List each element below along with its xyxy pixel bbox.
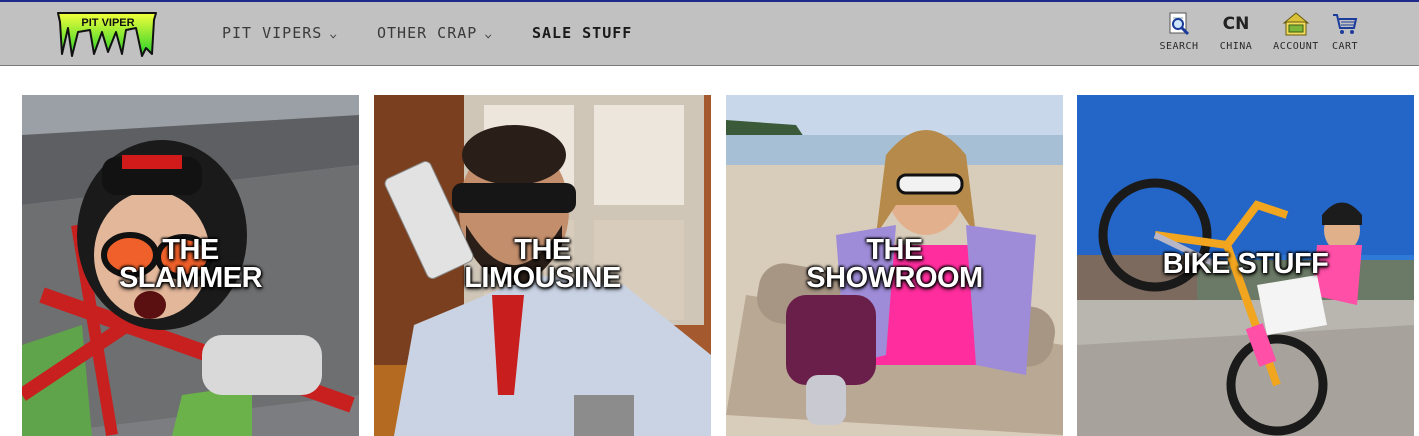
pit-viper-logo[interactable]: PIT VIPER <box>56 8 160 60</box>
cart-label: CART <box>1331 41 1359 52</box>
nav-sale-stuff[interactable]: SALE STUFF <box>532 24 632 42</box>
account-icon <box>1282 12 1310 36</box>
tile-title: THE LIMOUSINE <box>374 234 711 294</box>
svg-text:PIT VIPER: PIT VIPER <box>81 17 134 29</box>
search-label: SEARCH <box>1159 41 1199 52</box>
country-code: CN <box>1222 14 1250 34</box>
tile-title-line1: BIKE STUFF <box>1162 248 1329 280</box>
site-header: PIT VIPER PIT VIPERS ⌄ OTHER CRAP ⌄ SALE… <box>0 0 1419 66</box>
tile-title: THE SLAMMER <box>22 234 359 294</box>
collection-tile-slammer[interactable]: THE SLAMMER <box>22 95 359 436</box>
collection-tile-bike-stuff[interactable]: BIKE STUFF <box>1077 95 1414 436</box>
nav-pit-vipers-label: PIT VIPERS <box>222 24 323 42</box>
country-selector[interactable]: CN CHINA <box>1206 10 1266 52</box>
collection-tile-showroom[interactable]: THE SHOWROOM <box>726 95 1063 436</box>
tile-title-line1: THE <box>162 234 219 266</box>
collection-tile-limousine[interactable]: THE LIMOUSINE <box>374 95 711 436</box>
chevron-down-icon: ⌄ <box>484 26 495 40</box>
nav-other-crap-label: OTHER CRAP <box>377 24 478 42</box>
search-button[interactable]: SEARCH <box>1149 10 1209 52</box>
nav-other-crap[interactable]: OTHER CRAP ⌄ <box>377 24 493 42</box>
tile-title-line2: SHOWROOM <box>806 262 983 294</box>
country-label: CHINA <box>1219 41 1253 52</box>
chevron-down-icon: ⌄ <box>329 26 340 40</box>
tile-title-line1: THE <box>866 234 923 266</box>
tile-title: BIKE STUFF <box>1077 248 1414 280</box>
nav-sale-stuff-label: SALE STUFF <box>532 24 633 42</box>
cart-icon <box>1333 14 1358 34</box>
tile-title-line2: SLAMMER <box>118 262 263 294</box>
tile-title-line1: THE <box>514 234 571 266</box>
tile-title: THE SHOWROOM <box>726 234 1063 294</box>
search-icon <box>1169 12 1190 36</box>
tile-title-line2: LIMOUSINE <box>464 262 621 294</box>
nav-pit-vipers[interactable]: PIT VIPERS ⌄ <box>222 24 338 42</box>
cart-button[interactable]: CART <box>1315 10 1375 52</box>
